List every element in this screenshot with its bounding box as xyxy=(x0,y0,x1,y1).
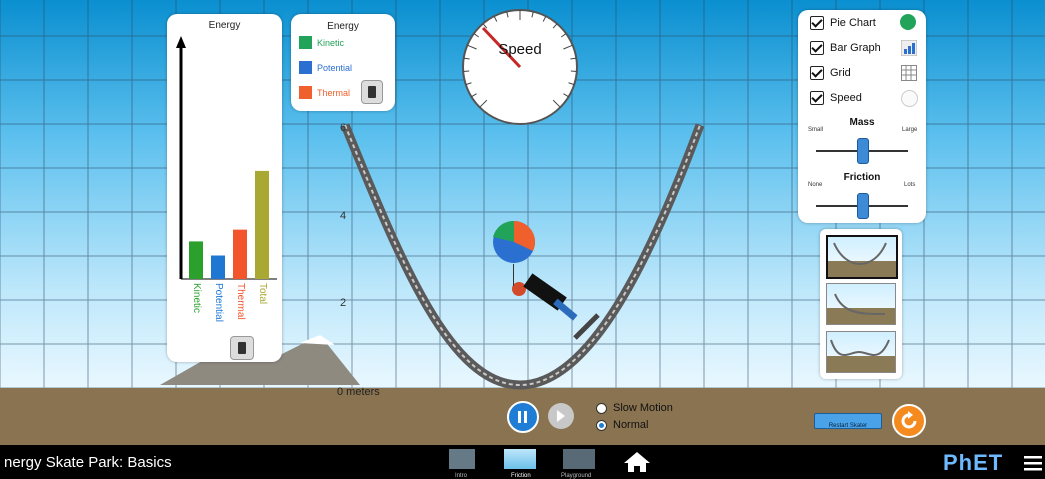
bar-thermal xyxy=(233,229,247,279)
bar-potential xyxy=(211,255,225,279)
track-selector xyxy=(820,229,902,379)
track-option-ramp[interactable] xyxy=(826,283,896,325)
restart-skater-button[interactable]: Restart Skater xyxy=(814,413,882,429)
intro-thumbnail xyxy=(449,449,475,469)
sim-title: nergy Skate Park: Basics xyxy=(4,454,172,471)
screen-button-playground[interactable]: Playground xyxy=(557,447,603,479)
grid-label: Grid xyxy=(830,67,851,79)
friction-min-label: None xyxy=(808,182,823,188)
screen-button-intro[interactable]: Intro xyxy=(445,447,479,479)
mass-max-label: Large xyxy=(902,127,918,133)
trash-icon xyxy=(368,86,376,98)
speed-label: Speed xyxy=(498,41,541,58)
track-option-parabola[interactable] xyxy=(826,235,898,279)
pie-legend-title: Energy xyxy=(327,21,359,32)
pause-button[interactable] xyxy=(507,401,539,433)
legend-swatch-kinetic xyxy=(299,36,312,49)
pie-chart xyxy=(493,220,536,263)
legend-label-thermal: Thermal xyxy=(317,88,351,98)
grid-label-2: 2 xyxy=(340,297,347,309)
reset-all-button[interactable] xyxy=(892,404,926,438)
pie-chart-icon xyxy=(900,14,916,30)
bar-label-kinetic: Kinetic xyxy=(191,283,202,314)
playground-label: Playground xyxy=(561,473,592,479)
pie-chart-checkbox[interactable]: Pie Chart xyxy=(810,13,876,33)
bar-label-thermal: Thermal xyxy=(235,283,246,320)
clear-bar-graph-button[interactable] xyxy=(230,336,254,360)
mass-min-label: Small xyxy=(808,127,824,133)
track-option-double-well[interactable] xyxy=(826,331,896,373)
hamburger-menu-icon[interactable] xyxy=(1024,455,1042,471)
bar-group xyxy=(189,170,269,279)
friction-max-label: Lots xyxy=(904,182,916,188)
pie-stem xyxy=(513,264,514,286)
playground-thumbnail xyxy=(563,449,595,469)
radio-circle xyxy=(596,402,607,414)
slow-motion-label: Slow Motion xyxy=(613,402,673,414)
step-forward-button[interactable] xyxy=(548,403,574,429)
bar-graph-panel: Energy Kinetic Potential Thermal Total xyxy=(167,14,282,362)
normal-label: Normal xyxy=(613,419,649,431)
navigation-bar: nergy Skate Park: Basics Intro Friction … xyxy=(0,445,1045,479)
checkbox-check xyxy=(810,66,824,80)
grid-icon xyxy=(901,65,917,81)
home-icon[interactable] xyxy=(622,450,652,474)
pie-chart-label: Pie Chart xyxy=(830,17,876,29)
grid-label-0: 0 meters xyxy=(337,386,380,398)
control-panel: Pie Chart Bar Graph Grid Speed Mass Smal… xyxy=(798,10,926,223)
bar-graph-arrow xyxy=(176,36,186,48)
checkbox-check xyxy=(810,91,824,105)
bar-label-potential: Potential xyxy=(213,283,224,322)
bar-graph-plot xyxy=(176,36,277,280)
restart-skater-label: Restart Skater xyxy=(828,423,868,429)
normal-radio[interactable]: Normal xyxy=(596,418,648,432)
bar-total xyxy=(255,170,269,279)
radio-circle-selected xyxy=(596,419,607,431)
legend-swatch-potential xyxy=(299,61,312,74)
grid-checkbox[interactable]: Grid xyxy=(810,63,851,83)
bar-graph-checkbox[interactable]: Bar Graph xyxy=(810,38,881,58)
reset-icon xyxy=(901,411,917,429)
bar-kinetic xyxy=(189,241,203,279)
step-icon xyxy=(557,410,565,422)
bar-graph-icon xyxy=(901,40,917,56)
phet-logo[interactable]: PhET xyxy=(943,450,1003,476)
bar-graph-label: Bar Graph xyxy=(830,42,881,54)
legend-label-potential: Potential xyxy=(317,63,353,73)
pie-legend-panel: Energy Kinetic Potential Thermal xyxy=(291,14,395,111)
intro-label: Intro xyxy=(455,473,468,479)
speed-checkbox[interactable]: Speed xyxy=(810,88,862,108)
friction-label: Friction xyxy=(511,473,531,479)
grid-label-4: 4 xyxy=(340,210,347,222)
checkbox-check xyxy=(810,16,824,30)
bar-label-total: Total xyxy=(257,283,268,305)
mass-slider-thumb[interactable] xyxy=(857,138,869,164)
legend-label-kinetic: Kinetic xyxy=(317,38,345,48)
pause-icon xyxy=(518,411,521,423)
checkbox-check xyxy=(810,41,824,55)
speed-label-cb: Speed xyxy=(830,92,862,104)
legend-swatch-thermal xyxy=(299,86,312,99)
clear-thermal-button[interactable] xyxy=(361,80,383,104)
friction-thumbnail xyxy=(504,449,536,469)
screen-button-friction[interactable]: Friction xyxy=(500,447,540,479)
speedometer: Speed xyxy=(462,9,578,125)
grid-label-6: 6 xyxy=(340,122,347,134)
slow-motion-radio[interactable]: Slow Motion xyxy=(596,401,673,415)
sim-stage: 6 4 2 0 meters Energy Kinetic Potential Th… xyxy=(0,0,1045,479)
speedometer-icon xyxy=(901,90,918,107)
trash-icon xyxy=(238,342,246,354)
friction-slider-thumb[interactable] xyxy=(857,193,869,219)
